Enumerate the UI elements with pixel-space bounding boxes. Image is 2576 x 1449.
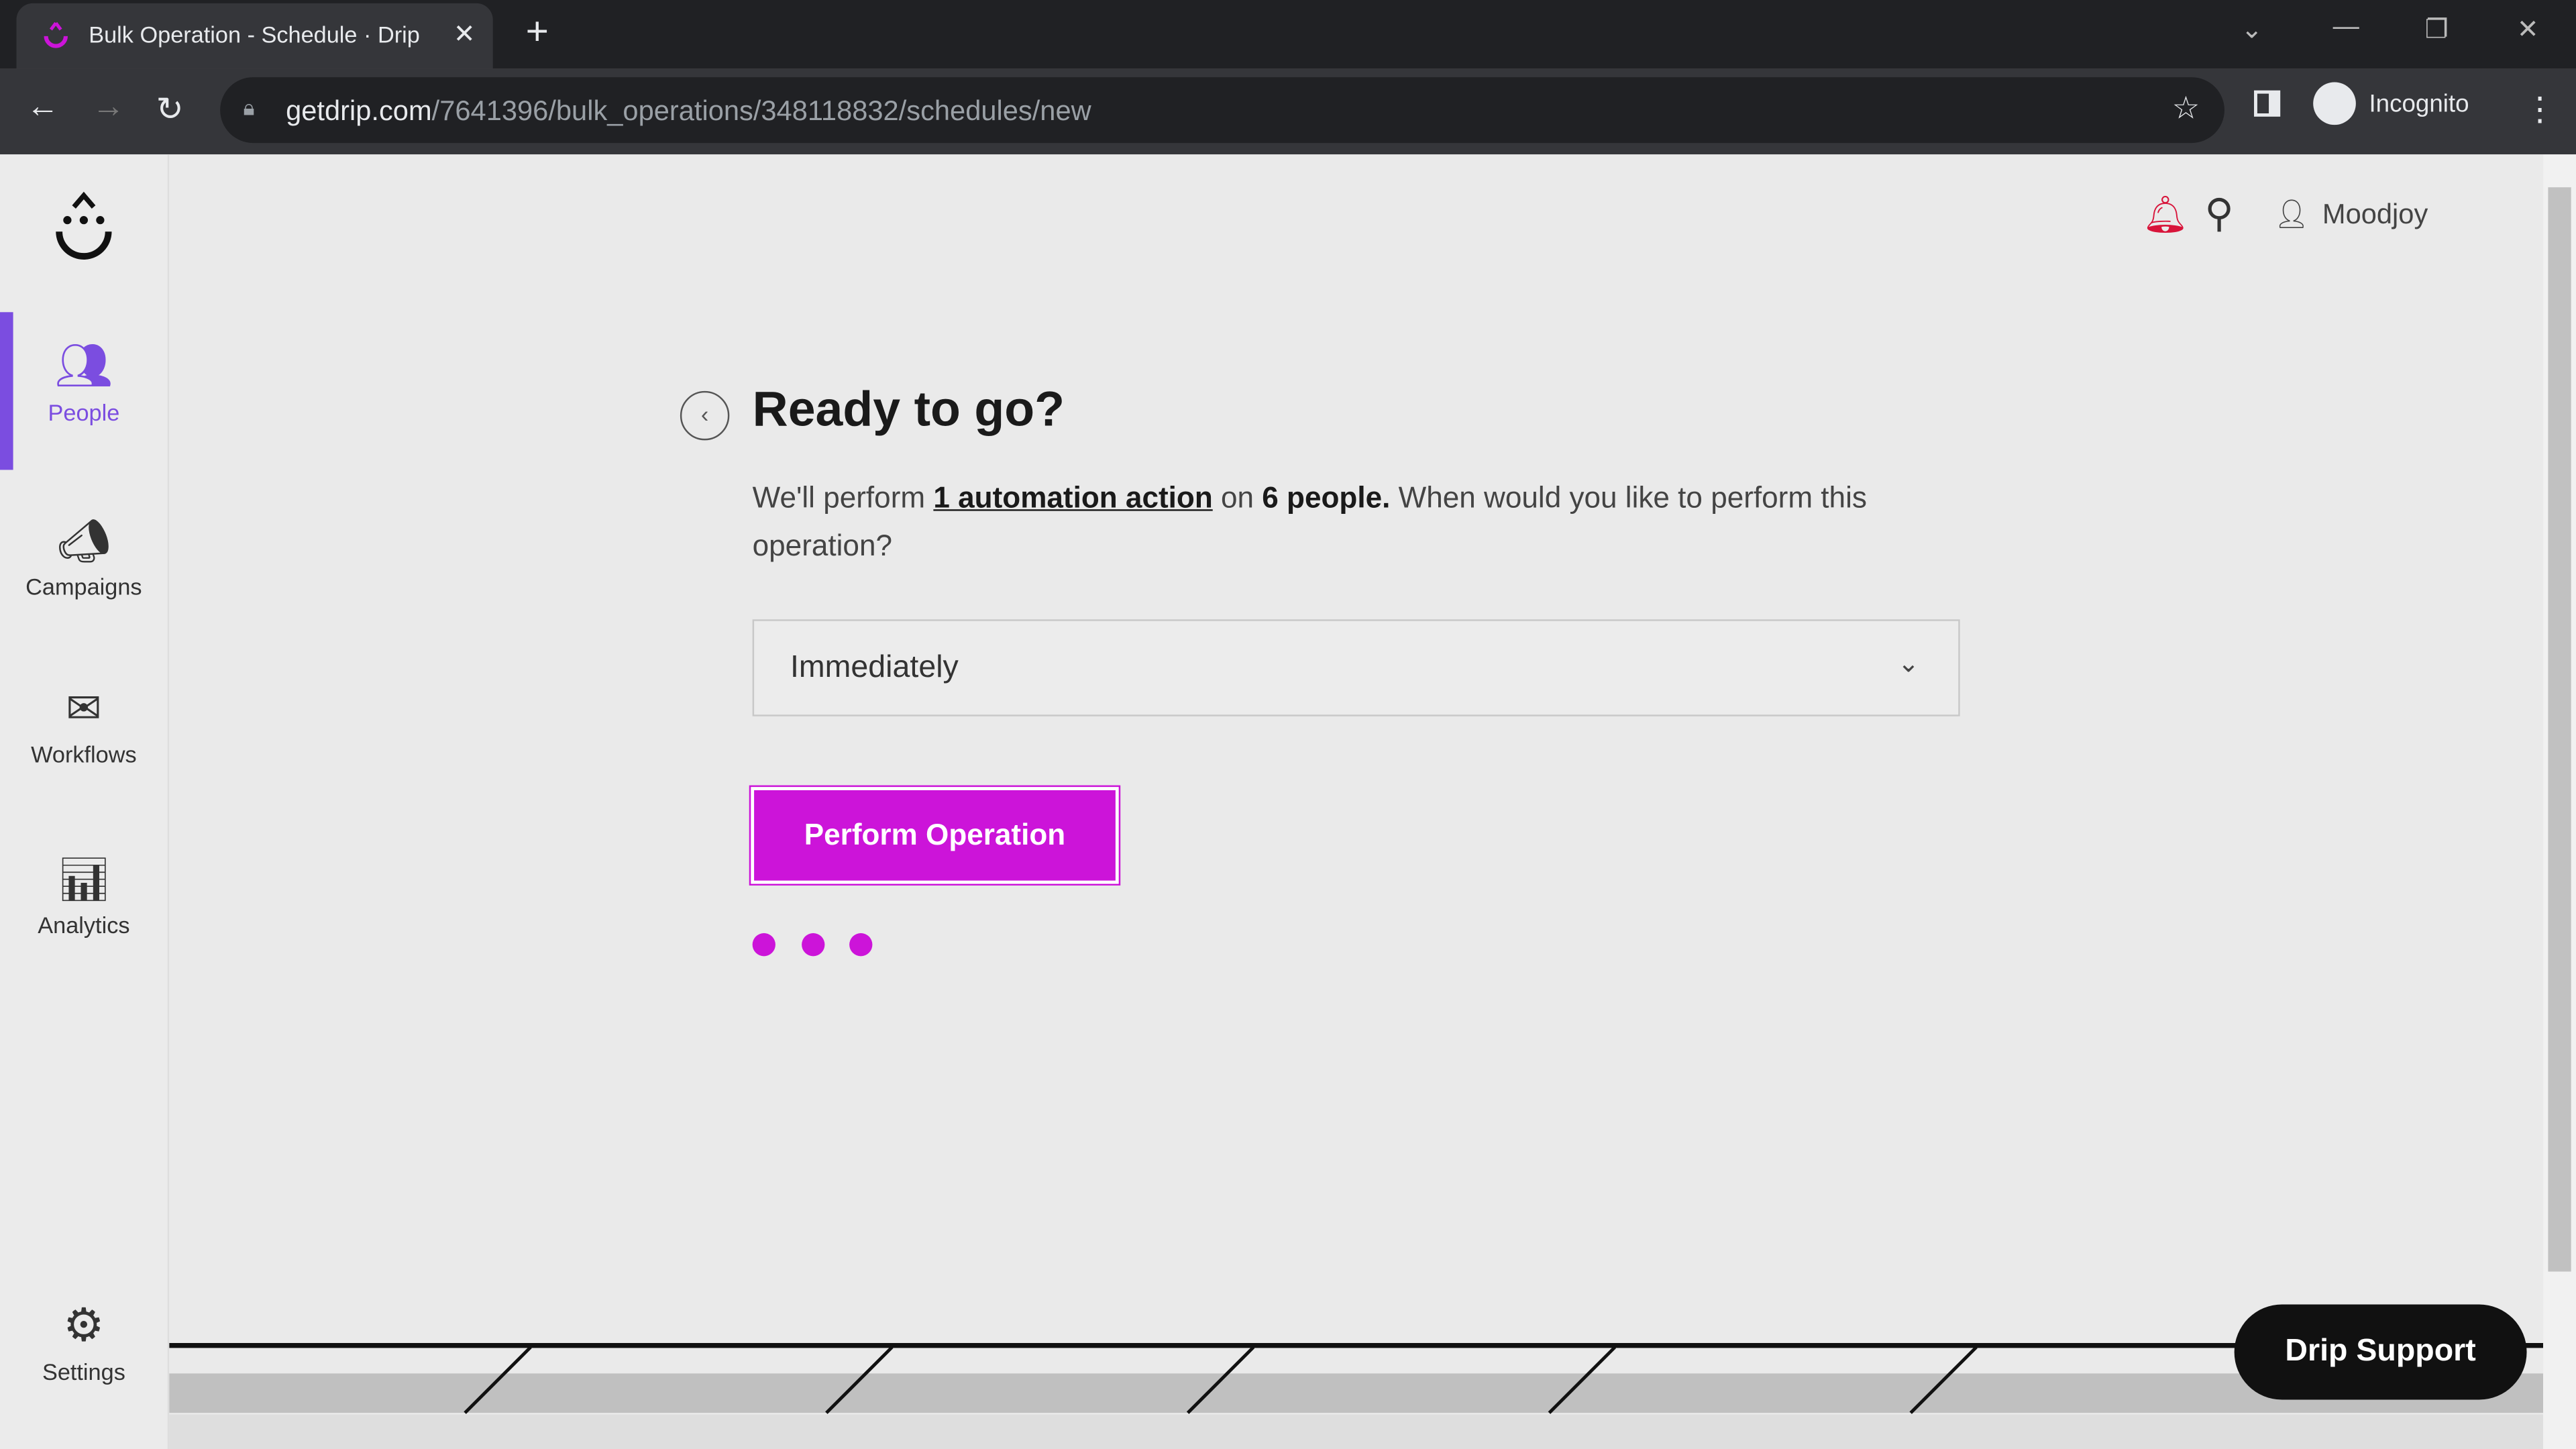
- side-panel-icon[interactable]: [2254, 90, 2281, 117]
- sidebar-item-analytics[interactable]: 📊︎ Analytics: [0, 854, 168, 938]
- sidebar-item-workflows[interactable]: ✉︎ Workflows: [0, 684, 168, 767]
- search-icon[interactable]: ⚲: [2205, 191, 2234, 238]
- back-circle-icon[interactable]: ‹: [680, 390, 730, 441]
- page-title: Ready to go?: [752, 382, 1065, 437]
- perform-operation-button[interactable]: Perform Operation: [749, 785, 1121, 886]
- notification-bell-icon[interactable]: 🔔︎: [2142, 194, 2188, 237]
- user-name: Moodjoy: [2322, 199, 2428, 230]
- chevron-down-icon: ⌄: [1897, 650, 1920, 679]
- loading-dot: [849, 933, 873, 957]
- tab-title: Bulk Operation - Schedule · Drip: [89, 21, 420, 48]
- minimize-icon[interactable]: —: [2333, 13, 2359, 43]
- menu-icon[interactable]: ⋮: [2524, 89, 2557, 129]
- operation-description: We'll perform 1 automation action on 6 p…: [752, 481, 1867, 562]
- forward-icon[interactable]: →: [92, 89, 125, 126]
- drip-support-button[interactable]: Drip Support: [2234, 1304, 2527, 1400]
- schedule-value: Immediately: [790, 650, 959, 686]
- browser-tab[interactable]: Bulk Operation - Schedule · Drip ✕: [16, 3, 493, 69]
- close-window-icon[interactable]: ✕: [2517, 13, 2539, 46]
- close-tab-icon[interactable]: ✕: [453, 18, 476, 51]
- bar-chart-icon: 📊︎: [56, 854, 111, 904]
- workflow-icon: ✉︎: [66, 683, 102, 733]
- tab-search-icon[interactable]: ⌄: [2241, 13, 2263, 46]
- vertical-scrollbar[interactable]: [2543, 154, 2576, 1449]
- incognito-icon: [2313, 82, 2356, 125]
- sidebar-item-people[interactable]: 👥︎ People: [0, 338, 168, 425]
- back-icon[interactable]: ←: [26, 89, 59, 126]
- sidebar-item-settings[interactable]: ⚙︎ Settings: [0, 1298, 168, 1385]
- bookmark-star-icon[interactable]: ☆: [2172, 91, 2200, 128]
- megaphone-icon: 📣︎: [56, 515, 111, 566]
- reload-icon[interactable]: ↻: [156, 89, 184, 129]
- browser-toolbar: ← → ↻ 🔒︎ getdrip.com/7641396/bulk_operat…: [0, 68, 2576, 155]
- profile-button[interactable]: Incognito: [2313, 82, 2469, 125]
- url-path: /7641396/bulk_operations/348118832/sched…: [431, 95, 1091, 127]
- profile-label: Incognito: [2369, 89, 2469, 118]
- decorative-rail: [169, 1343, 2544, 1414]
- sidebar-item-campaigns[interactable]: 📣︎ Campaigns: [0, 516, 168, 600]
- user-menu[interactable]: 👤︎ Moodjoy: [2273, 199, 2428, 231]
- sidebar: 👥︎ People 📣︎ Campaigns ✉︎ Workflows 📊︎ Analy…: [0, 154, 170, 1449]
- tab-bar: Bulk Operation - Schedule · Drip ✕ + ⌄ —…: [0, 0, 2576, 69]
- address-bar[interactable]: 🔒︎ getdrip.com/7641396/bulk_operations/3…: [220, 77, 2224, 144]
- url-host: getdrip.com: [286, 95, 432, 127]
- schedule-select[interactable]: Immediately ⌄: [752, 619, 1960, 716]
- lock-icon: 🔒︎: [243, 95, 255, 120]
- main-content: 🔔︎ ⚲ 👤︎ Moodjoy ‹ Ready to go? We'll perf…: [169, 154, 2544, 1449]
- user-icon: 👤︎: [2273, 199, 2310, 230]
- drip-favicon-icon: [44, 21, 68, 48]
- restore-icon[interactable]: ❐: [2425, 13, 2449, 46]
- drip-logo[interactable]: [52, 191, 115, 266]
- loading-dot: [752, 933, 775, 957]
- automation-action-link[interactable]: 1 automation action: [933, 482, 1212, 515]
- people-icon: 👥︎: [54, 339, 113, 391]
- new-tab-icon[interactable]: +: [526, 10, 549, 56]
- loading-dot: [802, 933, 825, 957]
- horizontal-scrollbar[interactable]: [169, 1414, 2544, 1449]
- gear-icon: ⚙︎: [63, 1299, 105, 1351]
